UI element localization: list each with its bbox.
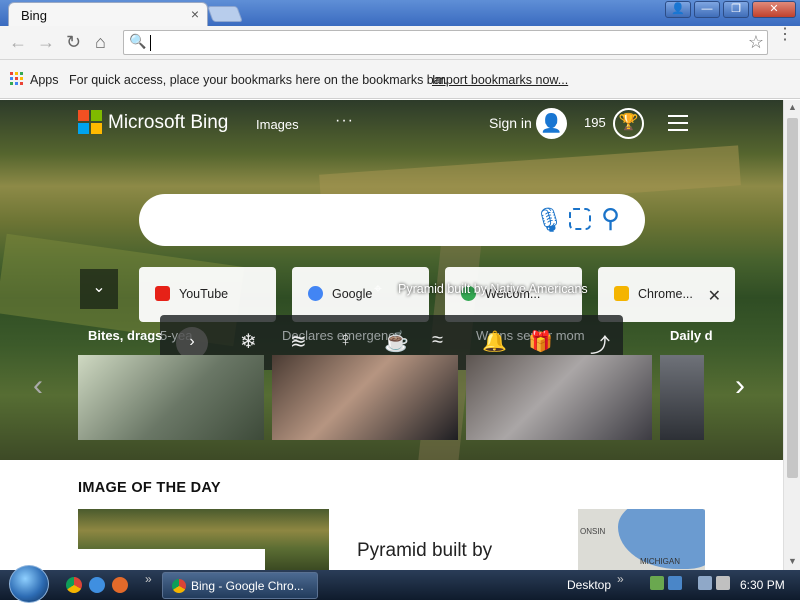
taskbar-item-label: Bing - Google Chro... <box>191 579 304 593</box>
snowflake-icon[interactable]: ❄ <box>240 329 257 354</box>
microphone-icon[interactable]: 🎙 <box>534 206 564 235</box>
reload-icon[interactable]: ↻ <box>66 32 81 53</box>
visual-search-icon[interactable] <box>569 208 591 230</box>
bell-icon[interactable]: 🔔 <box>482 329 507 354</box>
rewards-points[interactable]: 195 <box>584 115 606 130</box>
share-icon[interactable]: ⤴ <box>590 329 610 358</box>
site-label: YouTube <box>179 287 229 301</box>
chrome-web-store-icon <box>614 286 629 301</box>
back-icon[interactable]: ← <box>9 32 27 53</box>
apps-link[interactable]: Apps <box>30 73 59 87</box>
bookmark-star-icon[interactable]: ☆ <box>748 32 764 53</box>
home-icon[interactable]: ⌂ <box>95 32 106 53</box>
text-cursor <box>150 35 151 51</box>
tab-title: Bing <box>21 8 48 23</box>
restore-button[interactable]: ❐ <box>723 1 749 18</box>
forward-icon[interactable]: → <box>37 32 55 53</box>
sign-in-link[interactable]: Sign in <box>489 115 532 131</box>
browser-tab[interactable]: Bing × <box>8 2 208 28</box>
youtube-icon <box>155 286 170 301</box>
scroll-up-icon[interactable]: ▲ <box>788 102 797 112</box>
tab-close-icon[interactable]: × <box>191 6 199 22</box>
carousel-right-arrow-icon[interactable]: › <box>735 369 745 403</box>
apps-icon[interactable] <box>10 72 23 85</box>
campfire-icon[interactable]: ☕ <box>384 329 409 354</box>
expand-sites-button[interactable]: ⌄ <box>80 269 118 309</box>
images-link[interactable]: Images <box>256 117 299 132</box>
gift-icon[interactable]: 🎁 <box>528 329 553 354</box>
scroll-down-icon[interactable]: ▼ <box>788 556 797 566</box>
location-map[interactable]: ONSIN MICHIGAN <box>578 509 705 570</box>
window-titlebar: Bing × 👤 — ❐ ✕ <box>0 0 800 28</box>
site-tile-chrome[interactable]: Chrome... ✕ <box>598 267 735 322</box>
internet-explorer-icon[interactable] <box>89 577 105 593</box>
news-caption[interactable]: Bites, drags <box>88 328 162 343</box>
address-bar[interactable]: 🔍 ☆ <box>123 30 768 55</box>
firefox-icon[interactable] <box>112 577 128 593</box>
quicklaunch-more-icon[interactable]: » <box>145 572 152 586</box>
thumbnail-overlay <box>78 549 265 570</box>
site-label: Chrome... <box>638 287 693 301</box>
page-scrollbar[interactable]: ▲ ▼ <box>783 100 800 570</box>
news-card-image[interactable] <box>660 355 704 440</box>
update-tray-icon[interactable] <box>668 576 682 590</box>
image-of-the-day-caption[interactable]: Pyramid built by <box>357 540 492 562</box>
news-card-image[interactable] <box>272 355 458 440</box>
import-bookmarks-link[interactable]: Import bookmarks now... <box>432 73 568 87</box>
location-pin-icon: ⌖ <box>374 280 382 296</box>
network-tray-icon[interactable] <box>650 576 664 590</box>
image-caption-overlay[interactable]: Pyramid built by Native Americans <box>398 282 588 296</box>
close-window-button[interactable]: ✕ <box>752 1 796 18</box>
microsoft-logo-icon[interactable] <box>78 110 102 134</box>
search-icon: 🔍 <box>129 33 147 49</box>
site-label: Google <box>332 287 373 301</box>
start-button[interactable] <box>9 565 49 603</box>
chrome-quicklaunch-icon[interactable] <box>66 577 82 593</box>
bookmarks-message: For quick access, place your bookmarks h… <box>69 73 448 87</box>
search-icon[interactable]: ⚲ <box>601 203 620 234</box>
bing-brand[interactable]: Microsoft Bing <box>108 112 228 134</box>
display-tray-icon[interactable] <box>698 576 712 590</box>
carousel-left-arrow-icon[interactable]: ‹ <box>33 369 43 403</box>
system-clock[interactable]: 6:30 PM <box>740 578 785 592</box>
trophy-icon[interactable]: 🏆 <box>613 108 644 139</box>
new-tab-button[interactable] <box>207 6 243 22</box>
chrome-icon <box>172 579 186 593</box>
more-icon[interactable]: ··· <box>335 112 354 130</box>
volume-muted-icon[interactable] <box>716 576 730 590</box>
google-icon <box>308 286 323 301</box>
chrome-menu-icon[interactable]: ⋮ <box>777 27 793 43</box>
toolbar-more-icon[interactable]: » <box>617 572 624 586</box>
window-controls: 👤 — ❐ ✕ <box>665 1 796 18</box>
bing-hero-background: Microsoft Bing Images ··· Sign in 👤 195 … <box>0 100 783 460</box>
news-caption[interactable]: Daily d <box>670 328 713 343</box>
bing-search-box[interactable]: 🎙 ⚲ <box>139 194 645 246</box>
image-of-the-day-heading: IMAGE OF THE DAY <box>78 480 221 496</box>
leaf-icon[interactable]: ♀ <box>338 329 353 352</box>
hamburger-menu-icon[interactable] <box>668 115 688 136</box>
bookmarks-bar: Apps For quick access, place your bookma… <box>0 60 800 99</box>
close-icon[interactable]: ✕ <box>708 286 721 306</box>
site-tile-youtube[interactable]: YouTube <box>139 267 276 322</box>
map-label: MICHIGAN <box>640 557 680 566</box>
taskbar-item-chrome[interactable]: Bing - Google Chro... <box>162 572 318 599</box>
minimize-button[interactable]: — <box>694 1 720 18</box>
news-card-image[interactable] <box>466 355 652 440</box>
desktop-toolbar-label[interactable]: Desktop <box>567 578 611 592</box>
map-label: ONSIN <box>580 527 606 536</box>
fog-icon[interactable]: ≋ <box>290 329 307 354</box>
scroll-thumb[interactable] <box>787 118 798 478</box>
wind-icon[interactable]: ≈ <box>432 329 443 352</box>
news-card-image[interactable] <box>78 355 264 440</box>
profile-icon[interactable]: 👤 <box>665 1 691 18</box>
avatar-icon[interactable]: 👤 <box>536 108 567 139</box>
